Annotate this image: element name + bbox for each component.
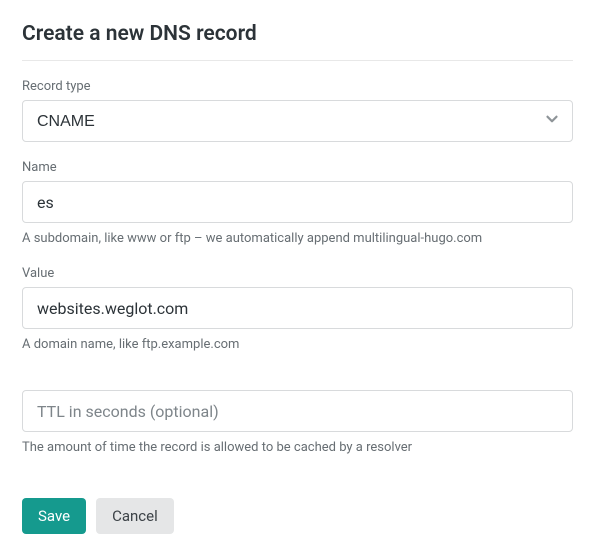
save-button[interactable]: Save	[22, 498, 86, 534]
value-help-text: A domain name, like ftp.example.com	[22, 336, 573, 354]
record-type-group: Record type CNAME	[22, 79, 573, 142]
button-row: Save Cancel	[22, 498, 573, 534]
value-label: Value	[22, 266, 573, 281]
ttl-input[interactable]	[22, 390, 573, 432]
divider	[22, 60, 573, 61]
ttl-group: The amount of time the record is allowed…	[22, 390, 573, 457]
record-type-label: Record type	[22, 79, 573, 94]
cancel-button[interactable]: Cancel	[96, 498, 174, 534]
name-input[interactable]	[22, 181, 573, 223]
value-group: Value A domain name, like ftp.example.co…	[22, 266, 573, 354]
page-title: Create a new DNS record	[22, 22, 573, 46]
name-group: Name A subdomain, like www or ftp – we a…	[22, 160, 573, 248]
record-type-select-wrap: CNAME	[22, 100, 573, 142]
name-help-text: A subdomain, like www or ftp – we automa…	[22, 230, 573, 248]
record-type-select[interactable]: CNAME	[22, 100, 573, 142]
ttl-help-text: The amount of time the record is allowed…	[22, 439, 573, 457]
name-label: Name	[22, 160, 573, 175]
value-input[interactable]	[22, 287, 573, 329]
